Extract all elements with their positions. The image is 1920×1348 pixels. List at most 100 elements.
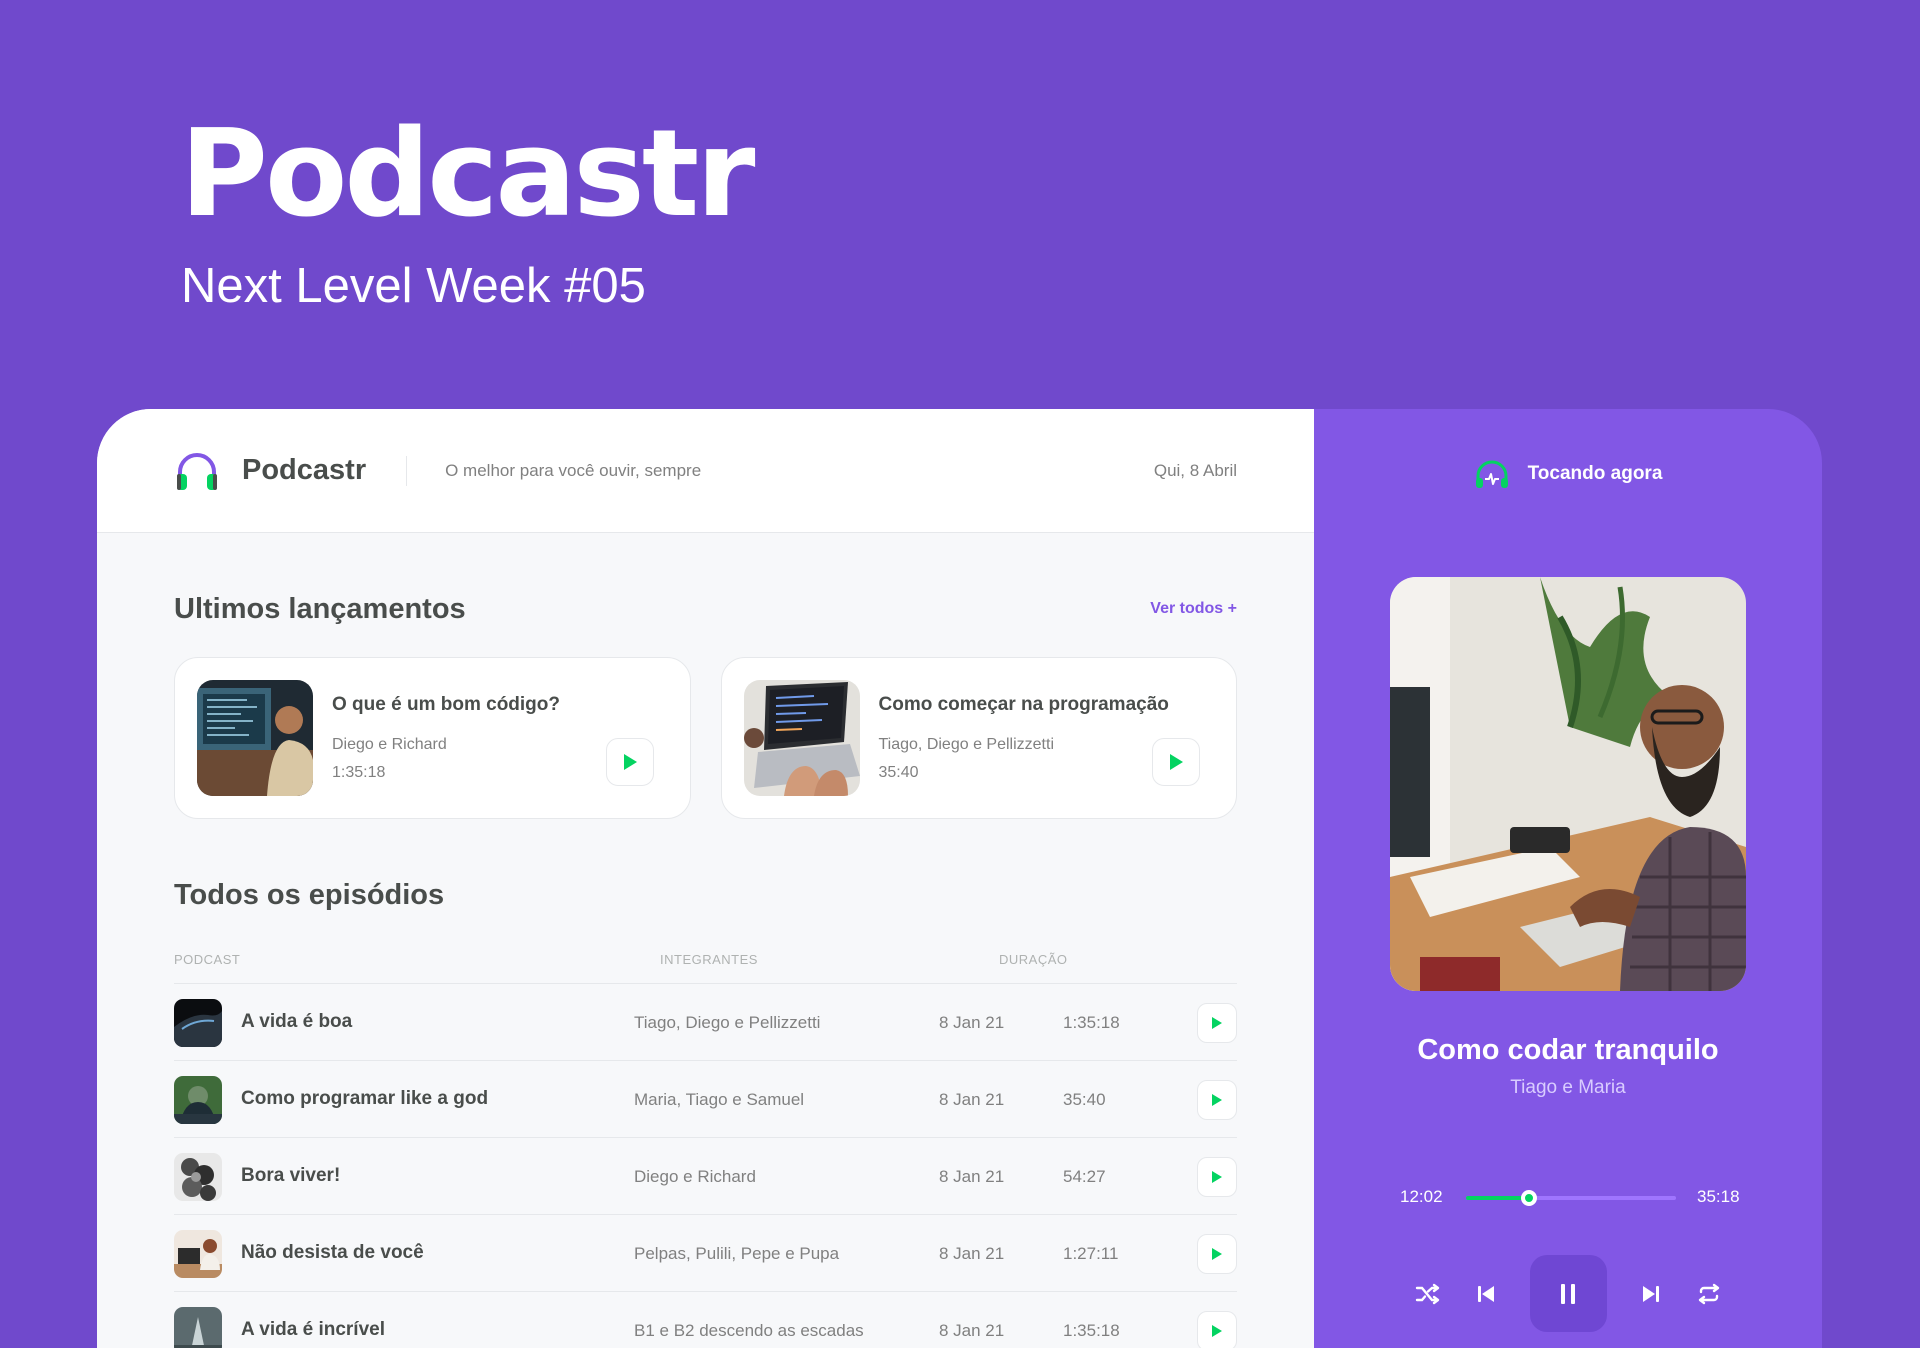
column-podcast: PODCAST (174, 952, 241, 967)
repeat-icon (1698, 1283, 1719, 1304)
episode-title[interactable]: Não desista de você (241, 1242, 424, 1264)
latest-card[interactable]: Como começar na programação Tiago, Diego… (720, 657, 1237, 819)
episode-members: Diego e Richard (634, 1167, 756, 1186)
header-divider (406, 455, 408, 486)
column-duration: DURAÇÃO (999, 952, 1068, 967)
now-playing-title: Como codar tranquilo (1417, 1034, 1719, 1066)
next-button[interactable] (1637, 1280, 1665, 1308)
header-tagline: O melhor para você ouvir, sempre (445, 460, 702, 480)
play-button[interactable] (1197, 1003, 1237, 1043)
header: Podcastr O melhor para você ouvir, sempr… (97, 409, 1314, 533)
episode-thumbnail[interactable] (174, 999, 222, 1047)
episode-cover (1390, 577, 1746, 991)
pause-icon (1561, 1283, 1575, 1304)
episode-date: 8 Jan 21 (939, 1321, 1005, 1340)
content: Ultimos lançamentos Ver todos + O que é … (97, 591, 1314, 1348)
player-panel: Tocando agora Como codar tranquilo Tiago… (1314, 409, 1822, 1348)
headphones-icon (1475, 460, 1508, 488)
app-window: Podcastr O melhor para você ouvir, sempr… (97, 409, 1822, 1348)
progress-handle[interactable] (1521, 1190, 1537, 1206)
play-button[interactable] (1197, 1234, 1237, 1274)
episode-thumbnail[interactable] (174, 1076, 222, 1124)
current-time: 12:02 (1400, 1187, 1443, 1206)
table-row[interactable]: Não desista de você Pelpas, Pulili, Pepe… (174, 1215, 1237, 1292)
main-panel: Podcastr O melhor para você ouvir, sempr… (97, 409, 1314, 1348)
episode-title[interactable]: Como programar like a god (241, 1088, 488, 1110)
play-icon (1212, 1325, 1222, 1337)
play-button[interactable] (1197, 1311, 1237, 1348)
card-title[interactable]: O que é um bom código? (332, 694, 652, 716)
play-icon (623, 754, 637, 770)
card-info: O que é um bom código? Diego e Richard 1… (332, 694, 652, 782)
card-duration: 1:35:18 (332, 764, 386, 781)
episode-title[interactable]: Bora viver! (241, 1165, 340, 1187)
shuffle-button[interactable] (1414, 1280, 1442, 1308)
latest-title: Ultimos lançamentos (174, 592, 466, 625)
play-button[interactable] (605, 738, 654, 786)
episode-members: B1 e B2 descendo as escadas (634, 1321, 864, 1340)
skip-next-icon (1642, 1285, 1659, 1302)
episode-title[interactable]: A vida é boa (241, 1011, 352, 1033)
episode-date: 8 Jan 21 (939, 1090, 1005, 1109)
now-playing-label: Tocando agora (1527, 463, 1663, 484)
episode-duration: 35:40 (1063, 1090, 1106, 1109)
previous-button[interactable] (1472, 1280, 1500, 1308)
episode-date: 8 Jan 21 (939, 1167, 1005, 1186)
episode-duration: 1:35:18 (1063, 1321, 1120, 1340)
play-button[interactable] (1152, 738, 1200, 786)
card-members: Diego e Richard (332, 736, 447, 753)
table-header: PODCAST INTEGRANTES DURAÇÃO (174, 942, 1237, 984)
player-header: Tocando agora (1314, 459, 1822, 489)
see-all-link[interactable]: Ver todos + (1150, 600, 1237, 618)
episode-thumbnail[interactable] (197, 680, 313, 796)
play-button[interactable] (1197, 1080, 1237, 1120)
column-members: INTEGRANTES (660, 952, 758, 967)
episode-members: Maria, Tiago e Samuel (634, 1090, 805, 1109)
card-members: Tiago, Diego e Pellizzetti (878, 736, 1055, 753)
latest-card[interactable]: O que é um bom código? Diego e Richard 1… (174, 657, 691, 819)
latest-header: Ultimos lançamentos Ver todos + (174, 591, 1237, 627)
play-button[interactable] (1197, 1157, 1237, 1197)
episode-date: 8 Jan 21 (939, 1244, 1005, 1263)
play-icon (1170, 754, 1183, 770)
episode-thumbnail[interactable] (174, 1230, 222, 1278)
play-icon (1212, 1017, 1222, 1029)
card-title[interactable]: Como começar na programação (879, 694, 1199, 716)
table-row[interactable]: Como programar like a god Maria, Tiago e… (174, 1061, 1237, 1138)
episode-members: Pelpas, Pulili, Pepe e Pupa (634, 1244, 840, 1263)
play-icon (1212, 1248, 1222, 1260)
now-playing-members: Tiago e Maria (1510, 1077, 1626, 1098)
episode-duration: 54:27 (1063, 1167, 1106, 1186)
hero-subtitle: Next Level Week #05 (181, 259, 646, 313)
progress-slider[interactable] (1466, 1190, 1676, 1206)
episode-thumbnail[interactable] (174, 1153, 222, 1201)
episode-members: Tiago, Diego e Pellizzetti (634, 1013, 821, 1032)
pause-button[interactable] (1529, 1255, 1607, 1332)
latest-cards: O que é um bom código? Diego e Richard 1… (174, 657, 1237, 819)
episode-title[interactable]: A vida é incrível (241, 1319, 385, 1341)
shuffle-icon (1415, 1283, 1439, 1304)
card-info: Como começar na programação Tiago, Diego… (879, 694, 1199, 782)
table-row[interactable]: A vida é boa Tiago, Diego e Pellizzetti … (174, 984, 1237, 1061)
table-row[interactable]: A vida é incrível B1 e B2 descendo as es… (174, 1292, 1237, 1348)
logo-text: Podcastr (242, 454, 367, 486)
repeat-button[interactable] (1695, 1280, 1723, 1308)
play-icon (1212, 1094, 1222, 1106)
all-episodes-title: Todos os episódios (174, 879, 445, 911)
card-duration: 35:40 (878, 764, 919, 781)
headphones-logo-icon (177, 452, 217, 490)
table-row[interactable]: Bora viver! Diego e Richard 8 Jan 21 54:… (174, 1138, 1237, 1215)
episode-thumbnail[interactable] (174, 1307, 222, 1348)
hero-title: Podcastr (180, 105, 755, 244)
episode-duration: 1:35:18 (1063, 1013, 1120, 1032)
skip-previous-icon (1477, 1285, 1494, 1302)
episodes-table: PODCAST INTEGRANTES DURAÇÃO A vida é boa… (174, 942, 1237, 1348)
total-time: 35:18 (1697, 1187, 1740, 1206)
progress-fill (1466, 1196, 1529, 1200)
episode-date: 8 Jan 21 (939, 1013, 1005, 1032)
episode-thumbnail[interactable] (743, 680, 860, 796)
player-controls (1314, 1255, 1822, 1332)
play-icon (1212, 1171, 1222, 1183)
episode-duration: 1:27:11 (1063, 1244, 1119, 1263)
header-date: Qui, 8 Abril (1153, 460, 1237, 480)
